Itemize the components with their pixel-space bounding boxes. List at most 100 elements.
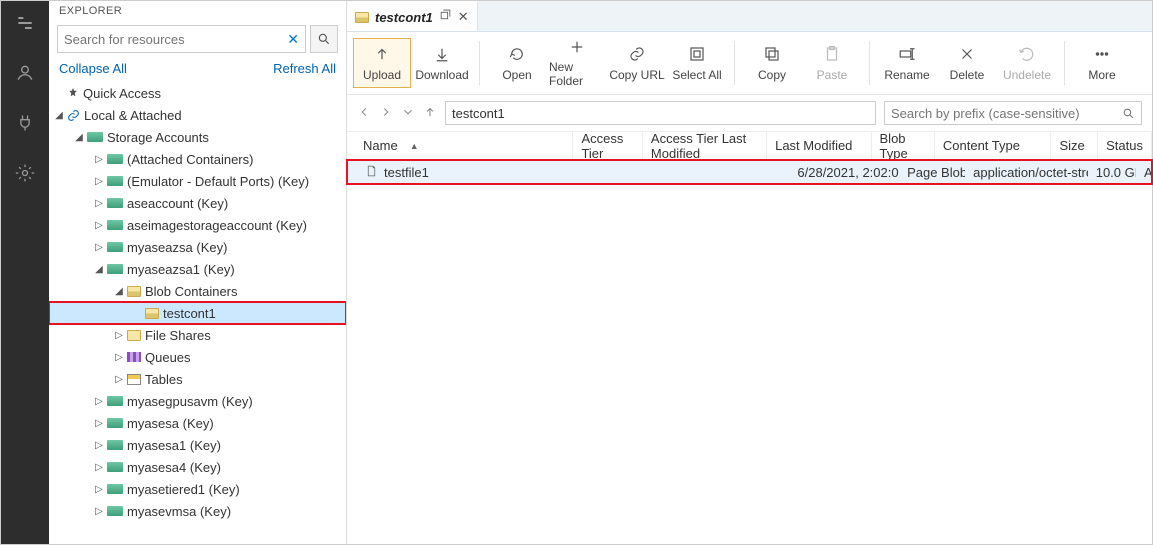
tree-item[interactable]: ▷(Attached Containers)	[49, 148, 346, 170]
close-icon[interactable]: ✕	[458, 9, 469, 25]
tree-item[interactable]: ▷aseaccount (Key)	[49, 192, 346, 214]
table-row[interactable]: testfile1 6/28/2021, 2:02:01 PM Page Blo…	[347, 160, 1152, 184]
tree-item[interactable]: ▷myasesa4 (Key)	[49, 456, 346, 478]
col-status[interactable]: Status	[1098, 132, 1152, 159]
folder-icon	[127, 286, 141, 297]
collapse-all-link[interactable]: Collapse All	[59, 61, 127, 76]
delete-button[interactable]: Delete	[938, 38, 996, 88]
col-blob-type[interactable]: Blob Type	[872, 132, 935, 159]
nav-up-icon[interactable]	[423, 105, 437, 122]
download-button[interactable]: Download	[413, 38, 471, 88]
search-input[interactable]	[64, 32, 287, 47]
detach-icon[interactable]	[439, 9, 452, 25]
tree-item-expanded[interactable]: ◢myaseazsa1 (Key)	[49, 258, 346, 280]
main-panel: testcont1 ✕ Upload Download Open New Fol…	[347, 1, 1152, 544]
storage-icon	[107, 242, 123, 252]
tree-item[interactable]: ▷aseimagestorageaccount (Key)	[49, 214, 346, 236]
explorer-panel: EXPLORER ✕ Collapse All Refresh All Quic…	[49, 1, 347, 544]
undelete-button[interactable]: Undelete	[998, 38, 1056, 88]
tree-item[interactable]: ▷(Emulator - Default Ports) (Key)	[49, 170, 346, 192]
chevron-right-icon: ▷	[93, 396, 105, 407]
path-row: testcont1	[347, 95, 1152, 132]
chevron-down-icon: ◢	[113, 286, 125, 297]
nav-forward-icon[interactable]	[379, 105, 393, 122]
chevron-right-icon: ▷	[93, 220, 105, 231]
storage-icon	[107, 198, 123, 208]
nav-recent-icon[interactable]	[401, 105, 415, 122]
storage-icon	[107, 484, 123, 494]
chevron-right-icon: ▷	[113, 352, 125, 363]
separator	[479, 41, 480, 85]
download-icon	[433, 44, 451, 64]
tree-container-selected[interactable]: testcont1	[49, 302, 346, 324]
plus-icon	[568, 38, 586, 56]
link-icon	[628, 44, 646, 64]
tree-tables[interactable]: ▷Tables	[49, 368, 346, 390]
select-all-icon	[688, 44, 706, 64]
table-icon	[127, 374, 141, 385]
copy-url-button[interactable]: Copy URL	[608, 38, 666, 88]
chevron-right-icon: ▷	[93, 484, 105, 495]
explorer-title: EXPLORER	[49, 1, 346, 21]
nav-back-icon[interactable]	[357, 105, 371, 122]
tree-queues[interactable]: ▷Queues	[49, 346, 346, 368]
chevron-right-icon: ▷	[113, 330, 125, 341]
tree-item[interactable]: ▷myasevmsa (Key)	[49, 500, 346, 522]
cell-status: Active	[1136, 165, 1152, 180]
clear-search-icon[interactable]: ✕	[287, 31, 299, 48]
storage-icon	[87, 132, 103, 142]
prefix-input[interactable]	[891, 106, 1122, 121]
tree-quick-access[interactable]: Quick Access	[49, 82, 346, 104]
tree-blob-containers[interactable]: ◢Blob Containers	[49, 280, 346, 302]
cell-blob-type: Page Blob	[899, 165, 965, 180]
col-last-modified[interactable]: Last Modified	[767, 132, 871, 159]
search-button[interactable]	[310, 25, 338, 53]
queue-icon	[127, 352, 141, 362]
delete-icon	[958, 44, 976, 64]
explorer-view-icon[interactable]	[9, 7, 41, 39]
activity-bar	[1, 1, 49, 544]
separator	[869, 41, 870, 85]
tab-bar: testcont1 ✕	[347, 1, 1152, 32]
account-icon[interactable]	[9, 57, 41, 89]
rename-button[interactable]: Rename	[878, 38, 936, 88]
new-folder-button[interactable]: New Folder	[548, 38, 606, 88]
tab-active[interactable]: testcont1 ✕	[347, 1, 478, 31]
col-size[interactable]: Size	[1051, 132, 1098, 159]
refresh-all-link[interactable]: Refresh All	[273, 61, 336, 76]
tree-item[interactable]: ▷myasesa1 (Key)	[49, 434, 346, 456]
settings-gear-icon[interactable]	[9, 157, 41, 189]
col-content-type[interactable]: Content Type	[935, 132, 1052, 159]
prefix-search[interactable]	[884, 101, 1142, 125]
storage-icon	[107, 264, 123, 274]
select-all-button[interactable]: Select All	[668, 38, 726, 88]
upload-button[interactable]: Upload	[353, 38, 411, 88]
storage-icon	[107, 506, 123, 516]
copy-button[interactable]: Copy	[743, 38, 801, 88]
more-icon	[1093, 44, 1111, 64]
cell-size: 10.0 GB	[1088, 165, 1136, 180]
tree-file-shares[interactable]: ▷File Shares	[49, 324, 346, 346]
tree-item[interactable]: ▷myasesa (Key)	[49, 412, 346, 434]
tree-item[interactable]: ▷myasegpusavm (Key)	[49, 390, 346, 412]
search-input-wrap[interactable]: ✕	[57, 25, 306, 53]
undelete-icon	[1018, 44, 1036, 64]
open-button[interactable]: Open	[488, 38, 546, 88]
plug-icon[interactable]	[9, 107, 41, 139]
col-access-tier[interactable]: Access Tier	[573, 132, 642, 159]
path-input[interactable]: testcont1	[445, 101, 876, 125]
open-icon	[508, 44, 526, 64]
star-icon	[67, 87, 79, 99]
tree-local-attached[interactable]: ◢ Local & Attached	[49, 104, 346, 126]
paste-icon	[823, 44, 841, 64]
tree-item[interactable]: ▷myasetiered1 (Key)	[49, 478, 346, 500]
tree-item[interactable]: ▷myaseazsa (Key)	[49, 236, 346, 258]
sort-asc-icon: ▲	[410, 141, 419, 151]
col-access-tier-lm[interactable]: Access Tier Last Modified	[643, 132, 767, 159]
more-button[interactable]: More	[1073, 38, 1131, 88]
tree-storage-accounts[interactable]: ◢ Storage Accounts	[49, 126, 346, 148]
col-name[interactable]: Name▲	[347, 132, 573, 159]
paste-button[interactable]: Paste	[803, 38, 861, 88]
separator	[734, 41, 735, 85]
storage-icon	[107, 440, 123, 450]
